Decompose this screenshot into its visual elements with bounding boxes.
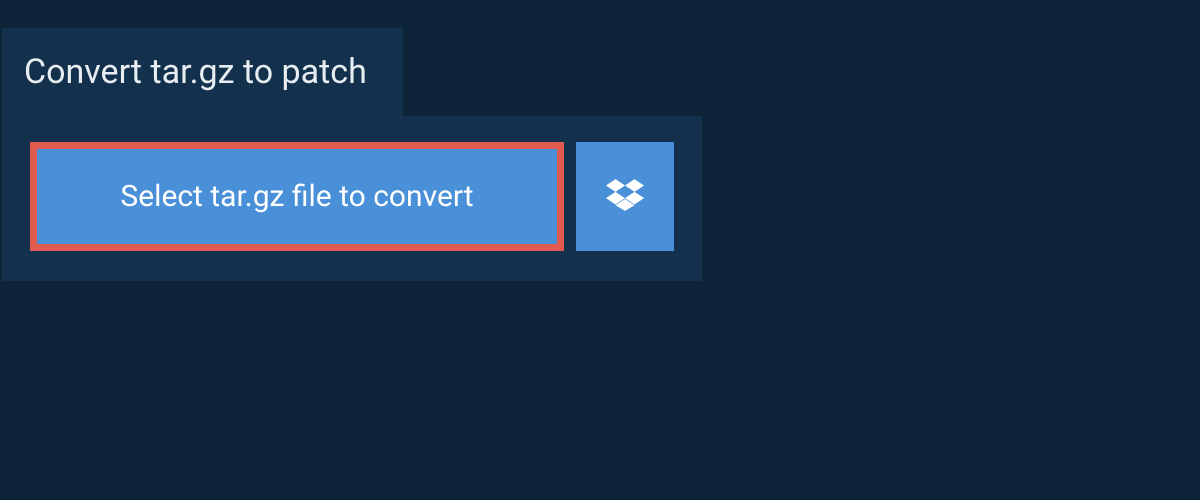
page-title: Convert tar.gz to patch	[24, 52, 367, 92]
dropbox-button[interactable]	[576, 142, 674, 251]
header-tab: Convert tar.gz to patch	[2, 28, 403, 116]
select-file-label: Select tar.gz file to convert	[120, 179, 473, 214]
dropbox-icon	[606, 176, 644, 218]
select-file-button[interactable]: Select tar.gz file to convert	[30, 142, 564, 251]
upload-panel: Select tar.gz file to convert	[2, 116, 702, 281]
